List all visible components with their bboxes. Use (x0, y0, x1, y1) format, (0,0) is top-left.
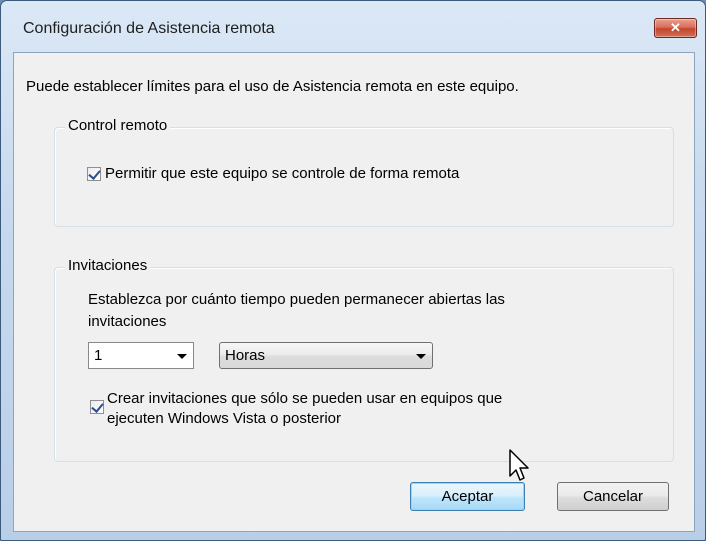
allow-remote-control-label[interactable]: Permitir que este equipo se controle de … (105, 164, 459, 183)
invitaciones-legend: Invitaciones (65, 257, 151, 274)
accept-button[interactable]: Aceptar (410, 482, 525, 511)
close-icon: ✕ (670, 20, 681, 35)
duration-value: 1 (94, 347, 103, 364)
time-unit-dropdown[interactable]: Horas (219, 342, 433, 369)
time-unit-value: Horas (225, 347, 266, 364)
dialog-window: Configuración de Asistencia remota ✕ Pue… (0, 0, 706, 541)
cancel-button-label: Cancelar (582, 488, 644, 505)
mouse-pointer-icon (509, 449, 529, 481)
close-button[interactable]: ✕ (654, 18, 697, 38)
title-bar[interactable]: Configuración de Asistencia remota ✕ (1, 1, 705, 53)
chevron-down-icon (177, 354, 187, 359)
duration-combobox[interactable]: 1 (88, 342, 194, 369)
control-remoto-legend: Control remoto (65, 117, 171, 134)
cancel-button[interactable]: Cancelar (557, 482, 669, 511)
vista-only-checkbox[interactable] (90, 400, 104, 414)
dialog-client-area: Puede establecer límites para el uso de … (13, 52, 695, 532)
invitation-duration-description-line2: invitaciones (88, 313, 167, 330)
chevron-down-icon (416, 354, 426, 359)
accept-button-label: Aceptar (441, 488, 494, 505)
window-title: Configuración de Asistencia remota (23, 20, 275, 37)
intro-text: Puede establecer límites para el uso de … (26, 78, 519, 95)
vista-only-label-line2[interactable]: ejecuten Windows Vista o posterior (107, 409, 341, 428)
vista-only-label[interactable]: Crear invitaciones que sólo se pueden us… (107, 389, 502, 408)
allow-remote-control-checkbox[interactable] (87, 167, 101, 181)
invitation-duration-description: Establezca por cuánto tiempo pueden perm… (88, 291, 505, 308)
